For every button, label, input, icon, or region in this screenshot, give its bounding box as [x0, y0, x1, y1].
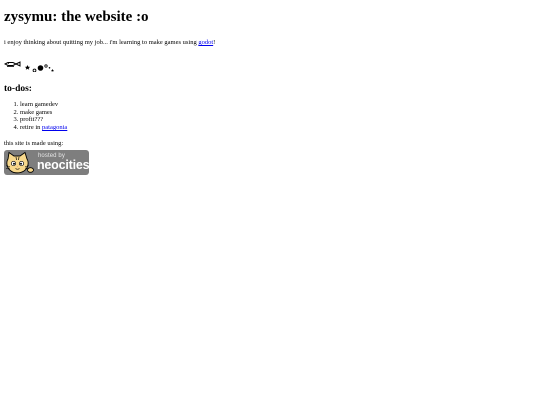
badge-brand-name: neocities [37, 157, 89, 172]
intro-paragraph: i enjoy thinking about quitting my job..… [4, 38, 536, 47]
fish-and-stars-doodle-icon [3, 59, 64, 73]
page: zysymu: the website :o i enjoy thinking … [0, 0, 540, 405]
todo-text: retire in [20, 124, 43, 132]
list-item: learn gamedev [20, 101, 536, 109]
intro-text: i enjoy thinking about quitting my job..… [4, 39, 199, 46]
godot-link[interactable]: godot [198, 39, 213, 46]
todo-list: learn gamedev make games profit??? retir… [4, 101, 536, 132]
todo-text: learn gamedev [20, 101, 59, 108]
list-item: retire in patagonia [20, 124, 536, 132]
intro-text-end: ! [213, 39, 216, 46]
todo-text: make games [20, 108, 53, 116]
neocities-cat-icon [4, 150, 36, 175]
todo-text: profit??? [20, 116, 44, 124]
list-item: make games [20, 109, 536, 117]
page-title: zysymu: the website :o [4, 9, 149, 25]
neocities-badge-link[interactable]: hosted by neocities [4, 149, 89, 175]
patagonia-link[interactable]: patagonia [42, 124, 67, 131]
todos-heading: to-dos: [4, 84, 32, 94]
list-item: profit??? [20, 116, 536, 124]
made-using-text: this site is made using: [4, 139, 64, 147]
